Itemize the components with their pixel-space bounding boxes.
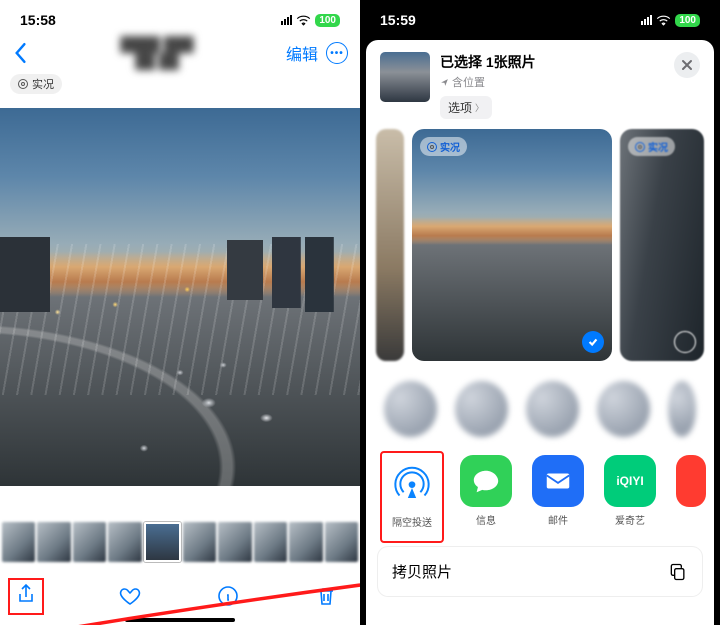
home-indicator	[125, 618, 235, 622]
nav-bar: ████ █████ ██ 编辑 •••	[0, 34, 360, 72]
sheet-location: 含位置	[440, 74, 664, 90]
share-sheet-header: 已选择 1张照片 含位置 选项 〉	[366, 40, 714, 129]
app-mail[interactable]: 邮件	[532, 455, 584, 539]
chevron-right-icon: 〉	[475, 101, 484, 114]
airdrop-icon	[386, 457, 438, 509]
battery-indicator: 100	[675, 14, 700, 27]
status-right: 100	[281, 14, 340, 27]
contact-avatar[interactable]	[526, 381, 579, 437]
status-bar: 15:59 100	[360, 0, 720, 34]
share-button-highlight	[8, 578, 44, 615]
close-icon	[681, 59, 693, 71]
app-messages[interactable]: 信息	[460, 455, 512, 539]
thumbnail-strip[interactable]	[0, 522, 360, 562]
thumbnail-selected[interactable]	[144, 522, 181, 562]
copy-photo-action[interactable]: 拷贝照片	[378, 547, 702, 596]
more-button[interactable]: •••	[326, 42, 348, 64]
status-right: 100	[641, 14, 700, 27]
status-bar: 15:58 100	[0, 0, 360, 34]
app-label: 隔空投送	[386, 514, 438, 529]
share-apps-row: 隔空投送 信息 邮件 iQIYI 爱奇艺	[366, 455, 714, 539]
options-button[interactable]: 选项 〉	[440, 96, 492, 119]
live-photo-icon	[18, 79, 28, 89]
action-label: 拷贝照片	[392, 561, 452, 582]
app-iqiyi[interactable]: iQIYI 爱奇艺	[604, 455, 656, 539]
cellular-icon	[281, 15, 292, 25]
live-photo-icon	[635, 142, 645, 152]
location-arrow-icon	[440, 78, 449, 87]
mail-icon	[532, 455, 584, 507]
share-icon[interactable]	[14, 582, 38, 606]
contact-avatar[interactable]	[597, 381, 650, 437]
status-time: 15:58	[20, 12, 56, 28]
iqiyi-icon: iQIYI	[604, 455, 656, 507]
airdrop-contacts-row[interactable]	[366, 373, 714, 445]
messages-icon	[460, 455, 512, 507]
selection-checkmark[interactable]	[582, 331, 604, 353]
edit-button[interactable]: 编辑	[286, 41, 318, 65]
share-sheet: 已选择 1张照片 含位置 选项 〉	[366, 40, 714, 625]
photo-selection-row[interactable]: 实况 实况	[366, 129, 714, 361]
trash-icon[interactable]	[314, 584, 338, 608]
app-airdrop[interactable]: 隔空投送	[380, 451, 444, 543]
chevron-left-icon	[12, 42, 28, 64]
contact-avatar[interactable]	[455, 381, 508, 437]
live-photo-badge: 实况	[628, 137, 675, 156]
photo-title-blurred: ████ █████ ██	[28, 36, 286, 71]
back-button[interactable]	[12, 42, 28, 64]
contact-avatar[interactable]	[384, 381, 437, 437]
app-label: 爱奇艺	[604, 512, 656, 527]
check-icon	[587, 336, 599, 348]
cellular-icon	[641, 15, 652, 25]
battery-indicator: 100	[315, 14, 340, 27]
contact-avatar[interactable]	[668, 381, 696, 437]
app-more[interactable]	[676, 455, 706, 539]
live-photo-label: 实况	[32, 76, 54, 92]
selection-ring-empty[interactable]	[674, 331, 696, 353]
info-icon[interactable]	[216, 584, 240, 608]
app-icon-partial	[676, 455, 706, 507]
copy-icon	[668, 562, 688, 582]
sheet-title: 已选择 1张照片	[440, 52, 664, 72]
live-photo-icon	[427, 142, 437, 152]
photo-peek-prev[interactable]	[376, 129, 404, 361]
right-phone-screen: 15:59 100 已选择 1张照片 含位置 选	[360, 0, 720, 625]
live-photo-badge: 实况	[420, 137, 467, 156]
header-thumbnail	[380, 52, 430, 102]
live-photo-badge[interactable]: 实况	[10, 74, 62, 94]
status-time: 15:59	[380, 12, 416, 28]
app-label: 邮件	[532, 512, 584, 527]
photo-card-selected[interactable]: 实况	[412, 129, 612, 361]
photo-card-next[interactable]: 实况	[620, 129, 704, 361]
main-photo[interactable]	[0, 108, 360, 486]
left-phone-screen: 15:58 100 ████ █████ ██ 编辑 ••• 实况	[0, 0, 360, 625]
app-label: 信息	[460, 512, 512, 527]
wifi-icon	[656, 15, 671, 26]
close-button[interactable]	[674, 52, 700, 78]
wifi-icon	[296, 15, 311, 26]
favorite-icon[interactable]	[118, 584, 142, 608]
